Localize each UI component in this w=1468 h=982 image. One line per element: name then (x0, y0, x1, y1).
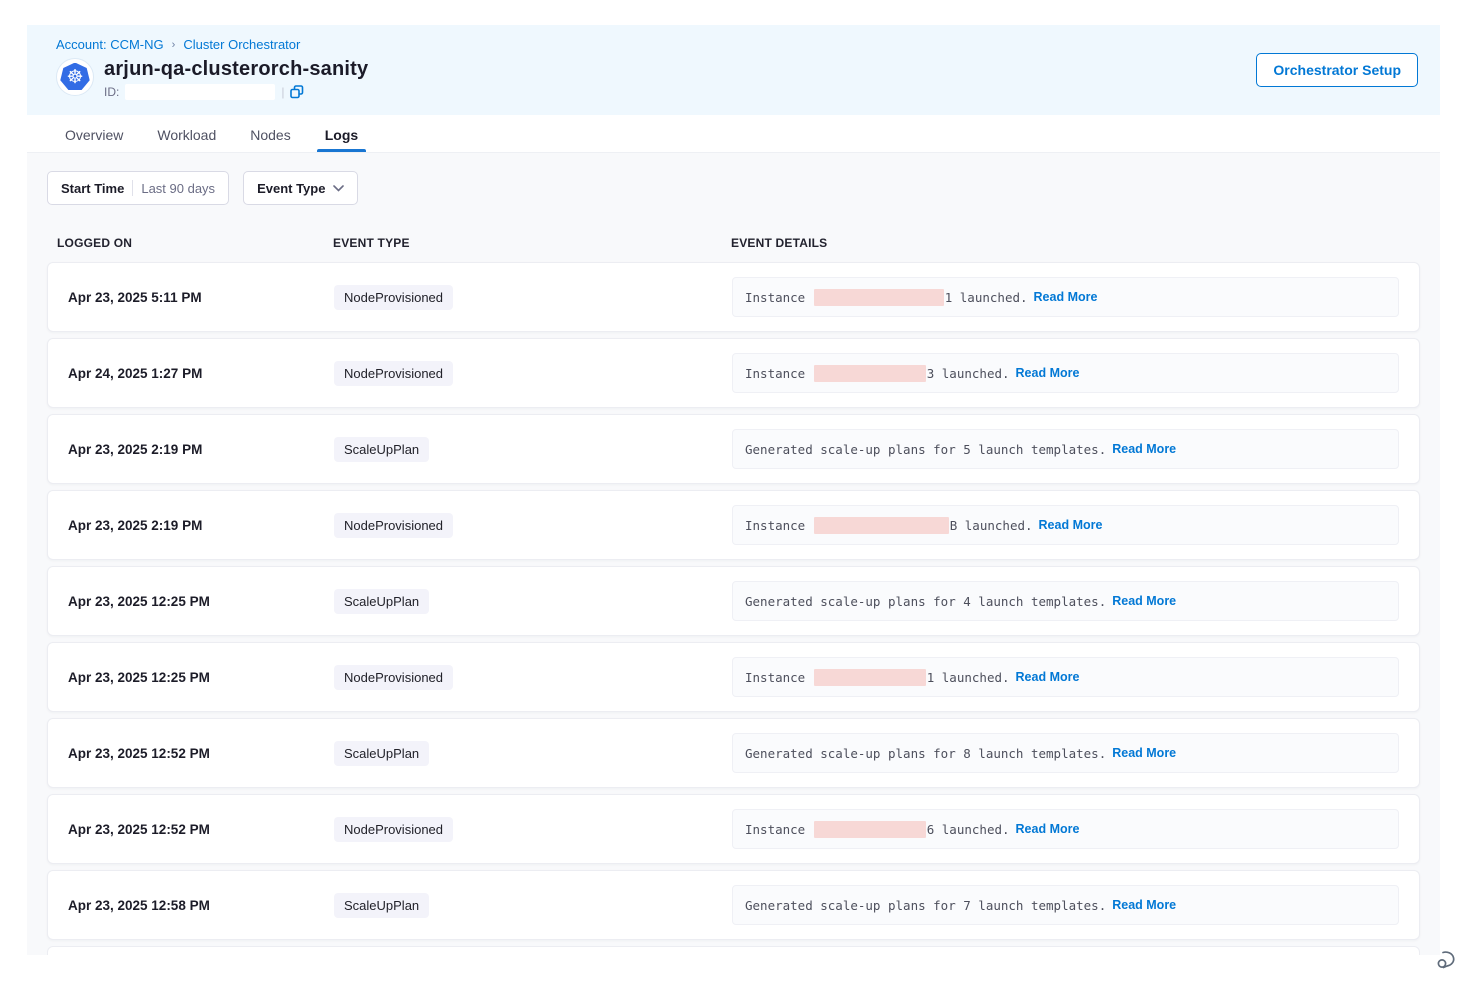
start-time-value: Last 90 days (141, 181, 215, 196)
event-type-badge: ScaleUpPlan (334, 893, 429, 918)
read-more-link[interactable]: Read More (1112, 594, 1176, 608)
event-type-badge: NodeProvisioned (334, 665, 453, 690)
event-details-box: Instance 6 launched. Read More (732, 809, 1399, 849)
app-frame: Account: CCM-NG › Cluster Orchestrator ☸… (27, 25, 1440, 955)
event-type-badge: NodeProvisioned (334, 361, 453, 386)
event-details-suffix: 1 launched. (945, 290, 1028, 305)
table-header: LOGGED ON EVENT TYPE EVENT DETAILS (47, 236, 1420, 250)
event-type-filter[interactable]: Event Type (243, 171, 358, 205)
logged-on-value: Apr 23, 2025 12:25 PM (68, 594, 334, 609)
event-details-box: Instance 3 launched. Read More (732, 353, 1399, 393)
event-details-text: Generated scale-up plans for 7 launch te… (745, 898, 1106, 913)
start-time-label: Start Time (61, 181, 124, 196)
column-header-event-details: EVENT DETAILS (731, 236, 1420, 250)
event-details-text: Instance (745, 518, 813, 533)
event-details-text: Instance (745, 290, 813, 305)
column-header-event-type: EVENT TYPE (333, 236, 731, 250)
event-details-box: Generated scale-up plans for 5 launch te… (732, 429, 1399, 469)
event-details-box: Instance 1 launched. Read More (732, 277, 1399, 317)
logged-on-value: Apr 24, 2025 1:27 PM (68, 366, 334, 381)
orchestrator-setup-button[interactable]: Orchestrator Setup (1256, 53, 1418, 87)
read-more-link[interactable]: Read More (1112, 746, 1176, 760)
read-more-link[interactable]: Read More (1039, 518, 1103, 532)
table-row: Apr 23, 2025 2:19 PM ScaleUpPlan Generat… (47, 414, 1420, 484)
breadcrumb-separator-icon: › (172, 39, 176, 51)
logs-panel: Start Time Last 90 days Event Type LOGGE… (27, 153, 1440, 955)
read-more-link[interactable]: Read More (1034, 290, 1098, 304)
event-type-badge: ScaleUpPlan (334, 437, 429, 462)
table-row-partial (47, 946, 1420, 955)
logged-on-value: Apr 23, 2025 12:52 PM (68, 746, 334, 761)
table-row: Apr 23, 2025 12:25 PM NodeProvisioned In… (47, 642, 1420, 712)
help-chat-icon[interactable] (1432, 944, 1462, 974)
logged-on-value: Apr 23, 2025 2:19 PM (68, 518, 334, 533)
table-row: Apr 23, 2025 12:52 PM ScaleUpPlan Genera… (47, 718, 1420, 788)
breadcrumb-account-link[interactable]: Account: CCM-NG (56, 37, 164, 52)
event-details-suffix: 1 launched. (927, 670, 1010, 685)
read-more-link[interactable]: Read More (1112, 898, 1176, 912)
event-details-suffix: B launched. (950, 518, 1033, 533)
copy-icon[interactable] (290, 85, 304, 99)
tab-bar: Overview Workload Nodes Logs (27, 115, 1440, 153)
event-details-box: Instance 1 launched. Read More (732, 657, 1399, 697)
logged-on-value: Apr 23, 2025 5:11 PM (68, 290, 334, 305)
read-more-link[interactable]: Read More (1016, 822, 1080, 836)
event-type-badge: NodeProvisioned (334, 817, 453, 842)
logged-on-value: Apr 23, 2025 12:52 PM (68, 822, 334, 837)
event-details-box: Generated scale-up plans for 7 launch te… (732, 885, 1399, 925)
breadcrumb-section-link[interactable]: Cluster Orchestrator (183, 37, 300, 52)
table-row: Apr 23, 2025 12:52 PM NodeProvisioned In… (47, 794, 1420, 864)
tab-overview[interactable]: Overview (65, 115, 123, 152)
event-details-text: Generated scale-up plans for 8 launch te… (745, 746, 1106, 761)
id-value-redacted (125, 84, 275, 100)
table-row: Apr 23, 2025 12:25 PM ScaleUpPlan Genera… (47, 566, 1420, 636)
log-rows: Apr 23, 2025 5:11 PM NodeProvisioned Ins… (47, 262, 1420, 955)
read-more-link[interactable]: Read More (1016, 670, 1080, 684)
event-details-text: Generated scale-up plans for 5 launch te… (745, 442, 1106, 457)
event-type-badge: NodeProvisioned (334, 513, 453, 538)
read-more-link[interactable]: Read More (1112, 442, 1176, 456)
event-type-badge: ScaleUpPlan (334, 741, 429, 766)
table-row: Apr 23, 2025 12:58 PM ScaleUpPlan Genera… (47, 870, 1420, 940)
tab-nodes[interactable]: Nodes (250, 115, 290, 152)
chevron-down-icon (333, 185, 344, 192)
table-row: Apr 23, 2025 2:19 PM NodeProvisioned Ins… (47, 490, 1420, 560)
redacted-instance-id (814, 669, 926, 686)
event-details-text: Instance (745, 366, 813, 381)
event-details-suffix: 3 launched. (927, 366, 1010, 381)
read-more-link[interactable]: Read More (1016, 366, 1080, 380)
table-row: Apr 23, 2025 5:11 PM NodeProvisioned Ins… (47, 262, 1420, 332)
redacted-instance-id (814, 289, 944, 306)
event-type-badge: NodeProvisioned (334, 285, 453, 310)
tab-logs[interactable]: Logs (325, 115, 358, 152)
chip-divider (132, 180, 133, 196)
breadcrumb: Account: CCM-NG › Cluster Orchestrator (56, 37, 1420, 52)
event-type-label: Event Type (257, 181, 325, 196)
table-row: Apr 24, 2025 1:27 PM NodeProvisioned Ins… (47, 338, 1420, 408)
filters-row: Start Time Last 90 days Event Type (47, 171, 1420, 205)
redacted-instance-id (814, 517, 949, 534)
logged-on-value: Apr 23, 2025 12:58 PM (68, 898, 334, 913)
kubernetes-icon: ☸ (56, 58, 94, 96)
event-details-suffix: 6 launched. (927, 822, 1010, 837)
page-header: Account: CCM-NG › Cluster Orchestrator ☸… (27, 25, 1440, 115)
event-type-badge: ScaleUpPlan (334, 589, 429, 614)
tab-workload[interactable]: Workload (157, 115, 216, 152)
event-details-text: Instance (745, 670, 813, 685)
event-details-box: Generated scale-up plans for 4 launch te… (732, 581, 1399, 621)
event-details-box: Generated scale-up plans for 8 launch te… (732, 733, 1399, 773)
redacted-instance-id (814, 365, 926, 382)
event-details-text: Generated scale-up plans for 4 launch te… (745, 594, 1106, 609)
logged-on-value: Apr 23, 2025 12:25 PM (68, 670, 334, 685)
event-details-box: Instance B launched. Read More (732, 505, 1399, 545)
redacted-instance-id (814, 821, 926, 838)
page-title: arjun-qa-clusterorch-sanity (104, 58, 368, 81)
event-details-text: Instance (745, 822, 813, 837)
logged-on-value: Apr 23, 2025 2:19 PM (68, 442, 334, 457)
id-label: ID: (104, 85, 119, 99)
id-divider: | (281, 85, 284, 99)
column-header-logged-on: LOGGED ON (57, 236, 333, 250)
start-time-filter[interactable]: Start Time Last 90 days (47, 171, 229, 205)
